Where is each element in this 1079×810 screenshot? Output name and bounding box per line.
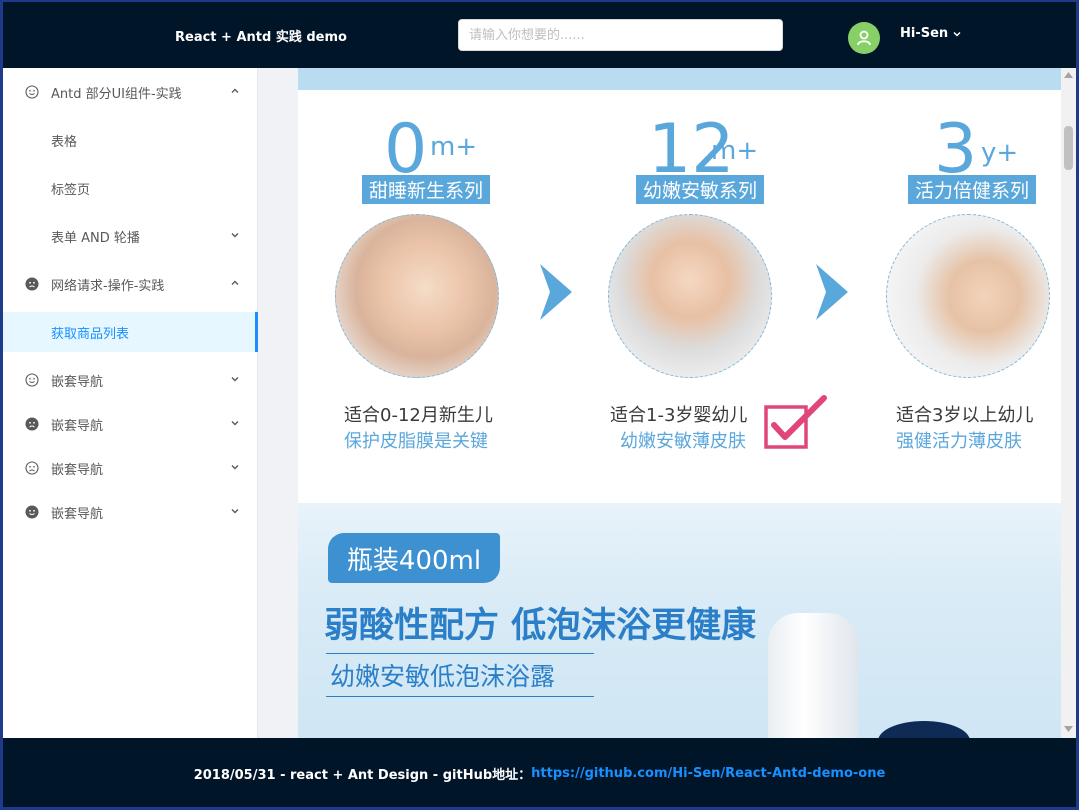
sidebar-item-label: Antd 部分UI组件-实践 [51, 86, 182, 102]
sidebar-item-nested-nav-2[interactable]: 嵌套导航 [3, 404, 258, 444]
arrow-right-icon [540, 264, 572, 320]
sidebar-item-label: 嵌套导航 [51, 418, 104, 434]
top-header: React + Antd 实践 demo Hi-Sen [3, 2, 1076, 68]
app-title: React + Antd 实践 demo [175, 30, 347, 45]
chevron-down-icon [231, 377, 239, 382]
scroll-down-icon[interactable] [1064, 726, 1073, 732]
chevron-up-icon [231, 88, 239, 93]
smile-icon [25, 85, 39, 99]
scroll-up-icon[interactable] [1064, 72, 1073, 78]
stage-description: 适合3岁以上幼儿 [896, 405, 1034, 426]
sidebar-item-label: 嵌套导航 [51, 506, 104, 522]
stage-benefit: 强健活力薄皮肤 [896, 431, 1022, 452]
product-subline: 幼嫩安敏低泡沫浴露 [326, 653, 594, 697]
banner-top-band [298, 68, 1061, 90]
sidebar-item-label: 嵌套导航 [51, 374, 104, 390]
sidebar-item-label: 表单 AND 轮播 [51, 230, 140, 246]
sidebar-item-tabs[interactable]: 标签页 [3, 168, 258, 208]
chevron-down-icon [231, 421, 239, 426]
stage-age-suffix: y+ [981, 138, 1019, 168]
sidebar-item-label: 表格 [51, 134, 78, 150]
stage-series-label: 活力倍健系列 [908, 175, 1037, 204]
stage-age-suffix: m+ [430, 132, 478, 162]
stage-age-number: 0 [384, 110, 428, 189]
product-headline: 弱酸性配方 低泡沫浴更健康 [324, 606, 757, 646]
product-banner: 瓶装400ml 弱酸性配方 低泡沫浴更健康 幼嫩安敏低泡沫浴露 [298, 503, 1061, 738]
checkbox-checked-icon [764, 395, 827, 449]
app-window: React + Antd 实践 demo Hi-Sen Antd 部分UI组件-… [0, 0, 1079, 810]
chevron-up-icon [231, 280, 239, 285]
stage-benefit: 幼嫩安敏薄皮肤 [620, 431, 746, 452]
frown-icon [25, 461, 39, 475]
stage-age-number: 3 [934, 110, 978, 189]
sidebar-item-label: 标签页 [51, 182, 91, 198]
product-bottle-image [768, 613, 858, 738]
footer: 2018/05/31 - react + Ant Design - gitHub… [3, 738, 1076, 807]
user-icon [857, 30, 871, 46]
sidebar-item-nested-nav-4[interactable]: 嵌套导航 [3, 492, 258, 532]
product-size-tag: 瓶装400ml [328, 533, 500, 583]
stage-series-label: 甜睡新生系列 [362, 175, 491, 204]
stage-benefit: 保护皮脂膜是关键 [344, 431, 488, 452]
sidebar-item-label: 嵌套导航 [51, 462, 104, 478]
chevron-down-icon [231, 509, 239, 514]
sidebar-item-product-list[interactable]: 获取商品列表 [3, 312, 258, 352]
stage-series-label: 幼嫩安敏系列 [636, 175, 765, 204]
sidebar: Antd 部分UI组件-实践 表格 标签页 表单 AND 轮播 网络请求-操作-… [3, 68, 258, 738]
sidebar-item-label: 网络请求-操作-实践 [51, 278, 165, 294]
frown-filled-icon [25, 417, 39, 431]
footer-text: 2018/05/31 - react + Ant Design - gitHub… [193, 767, 532, 783]
github-link[interactable]: https://github.com/Hi-Sen/React-Antd-dem… [531, 766, 885, 781]
sidebar-item-label: 获取商品列表 [51, 326, 130, 342]
user-avatar[interactable] [848, 22, 880, 54]
sidebar-item-antd-ui[interactable]: Antd 部分UI组件-实践 [3, 72, 258, 112]
sidebar-item-network[interactable]: 网络请求-操作-实践 [3, 264, 258, 304]
sidebar-item-nested-nav-3[interactable]: 嵌套导航 [3, 448, 258, 488]
sidebar-item-table[interactable]: 表格 [3, 120, 258, 160]
sidebar-item-nested-nav-1[interactable]: 嵌套导航 [3, 360, 258, 400]
baby-photo-newborn [335, 214, 499, 378]
chevron-down-icon [231, 465, 239, 470]
smile-filled-icon [25, 505, 39, 519]
sidebar-item-form-carousel[interactable]: 表单 AND 轮播 [3, 216, 258, 256]
stage-age-suffix: m+ [711, 136, 759, 166]
frown-filled-icon [25, 277, 39, 291]
main-content: 0 m+ 甜睡新生系列 适合0-12月新生儿 保护皮脂膜是关键 12 m+ 幼嫩… [298, 68, 1061, 738]
baby-photo-crawling [608, 214, 772, 378]
search-input[interactable] [458, 19, 783, 51]
arrow-right-icon [816, 264, 848, 320]
chevron-down-icon [231, 233, 239, 238]
stage-description: 适合1-3岁婴幼儿 [610, 405, 748, 426]
chevron-down-icon [953, 31, 961, 37]
user-menu[interactable]: Hi-Sen [900, 26, 962, 41]
scrollbar-thumb[interactable] [1064, 126, 1073, 170]
product-badge-image [878, 721, 970, 738]
vertical-scrollbar[interactable] [1061, 68, 1076, 738]
user-name: Hi-Sen [900, 26, 949, 41]
smile-icon [25, 373, 39, 387]
baby-photo-standing [886, 214, 1050, 378]
stage-description: 适合0-12月新生儿 [344, 405, 493, 426]
